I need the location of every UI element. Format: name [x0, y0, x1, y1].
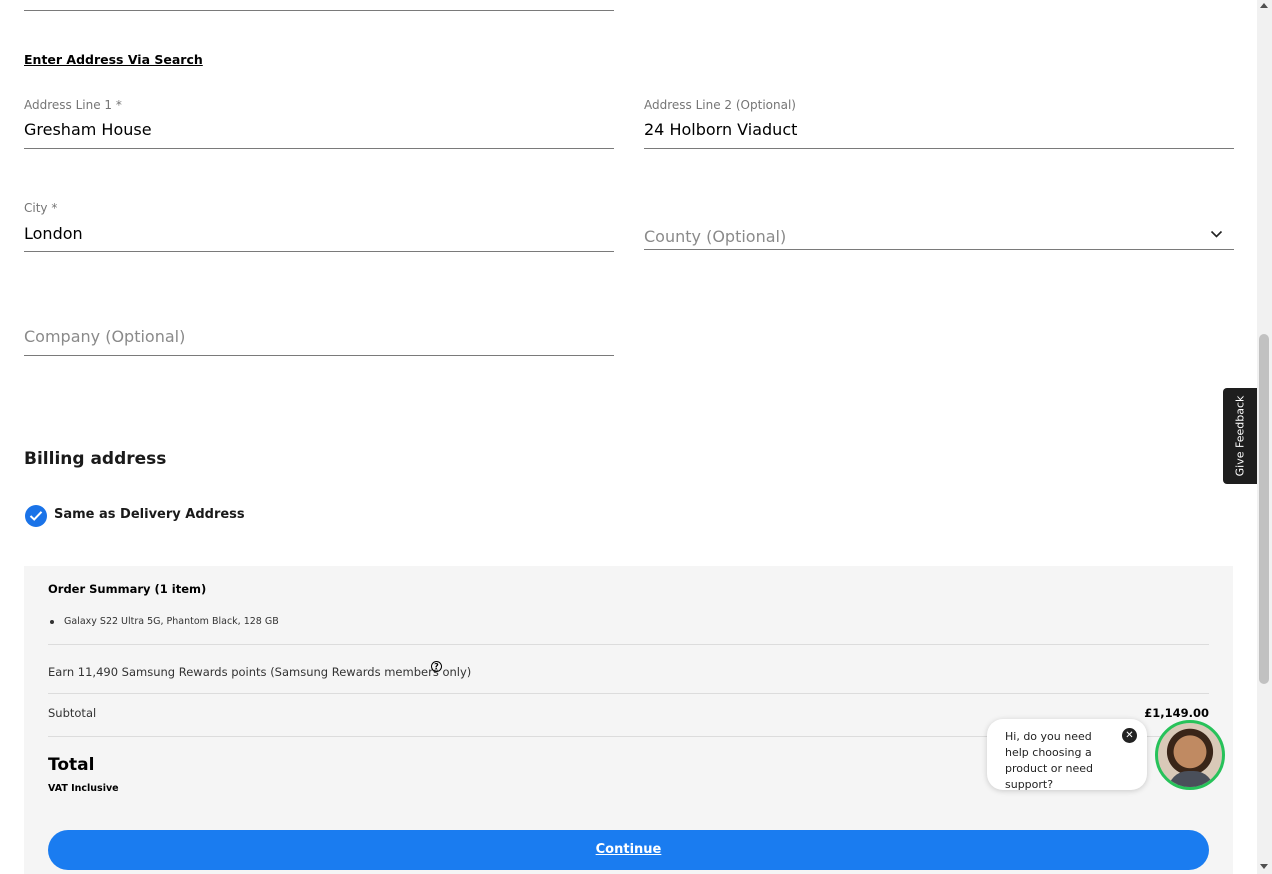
continue-button[interactable]: Continue	[48, 830, 1209, 870]
address-line1-label: Address Line 1 *	[24, 98, 122, 112]
list-bullet	[50, 620, 54, 624]
subtotal-value: £1,149.00	[1144, 706, 1209, 720]
address-line2-label: Address Line 2 (Optional)	[644, 98, 796, 112]
scroll-up-arrow-icon[interactable]	[1260, 3, 1268, 8]
chat-agent-avatar[interactable]	[1155, 720, 1225, 790]
scrollbar-thumb[interactable]	[1259, 334, 1269, 684]
same-as-delivery-label[interactable]: Same as Delivery Address	[54, 507, 245, 522]
give-feedback-tab[interactable]: Give Feedback	[1223, 388, 1257, 484]
billing-address-title: Billing address	[24, 449, 167, 469]
address-line1-underline	[24, 148, 614, 149]
county-underline	[644, 249, 1234, 250]
checkmark-icon	[29, 511, 43, 521]
divider	[48, 693, 1209, 694]
chat-message: Hi, do you need help choosing a product …	[1005, 730, 1094, 791]
chevron-down-icon[interactable]	[1210, 230, 1223, 239]
city-value[interactable]: London	[24, 224, 83, 243]
vat-inclusive-label: VAT Inclusive	[48, 783, 119, 794]
county-placeholder: County (Optional)	[644, 227, 787, 246]
rewards-points-text: Earn 11,490 Samsung Rewards points (Sams…	[48, 665, 472, 679]
address-line1-value[interactable]: Gresham House	[24, 120, 152, 139]
address-line2-underline	[644, 148, 1234, 149]
help-icon[interactable]: ?	[431, 661, 442, 672]
chat-prompt-bubble[interactable]: Hi, do you need help choosing a product …	[987, 719, 1147, 791]
order-summary-title: Order Summary (1 item)	[48, 582, 207, 596]
order-item: Galaxy S22 Ultra 5G, Phantom Black, 128 …	[64, 616, 279, 627]
enter-address-via-search-link[interactable]: Enter Address Via Search	[24, 52, 203, 67]
give-feedback-label: Give Feedback	[1233, 395, 1247, 477]
total-label: Total	[48, 755, 95, 775]
city-label: City *	[24, 201, 58, 215]
scroll-down-arrow-icon[interactable]	[1260, 864, 1268, 869]
company-placeholder: Company (Optional)	[24, 327, 186, 346]
city-underline	[24, 251, 614, 252]
previous-field-underline	[24, 10, 614, 11]
address-line2-value[interactable]: 24 Holborn Viaduct	[644, 120, 797, 139]
close-icon[interactable]: ✕	[1122, 728, 1137, 743]
divider	[48, 644, 1209, 645]
subtotal-label: Subtotal	[48, 706, 97, 720]
same-as-delivery-checkbox[interactable]	[25, 505, 47, 527]
company-underline	[24, 355, 614, 356]
scrollbar[interactable]	[1257, 0, 1272, 874]
